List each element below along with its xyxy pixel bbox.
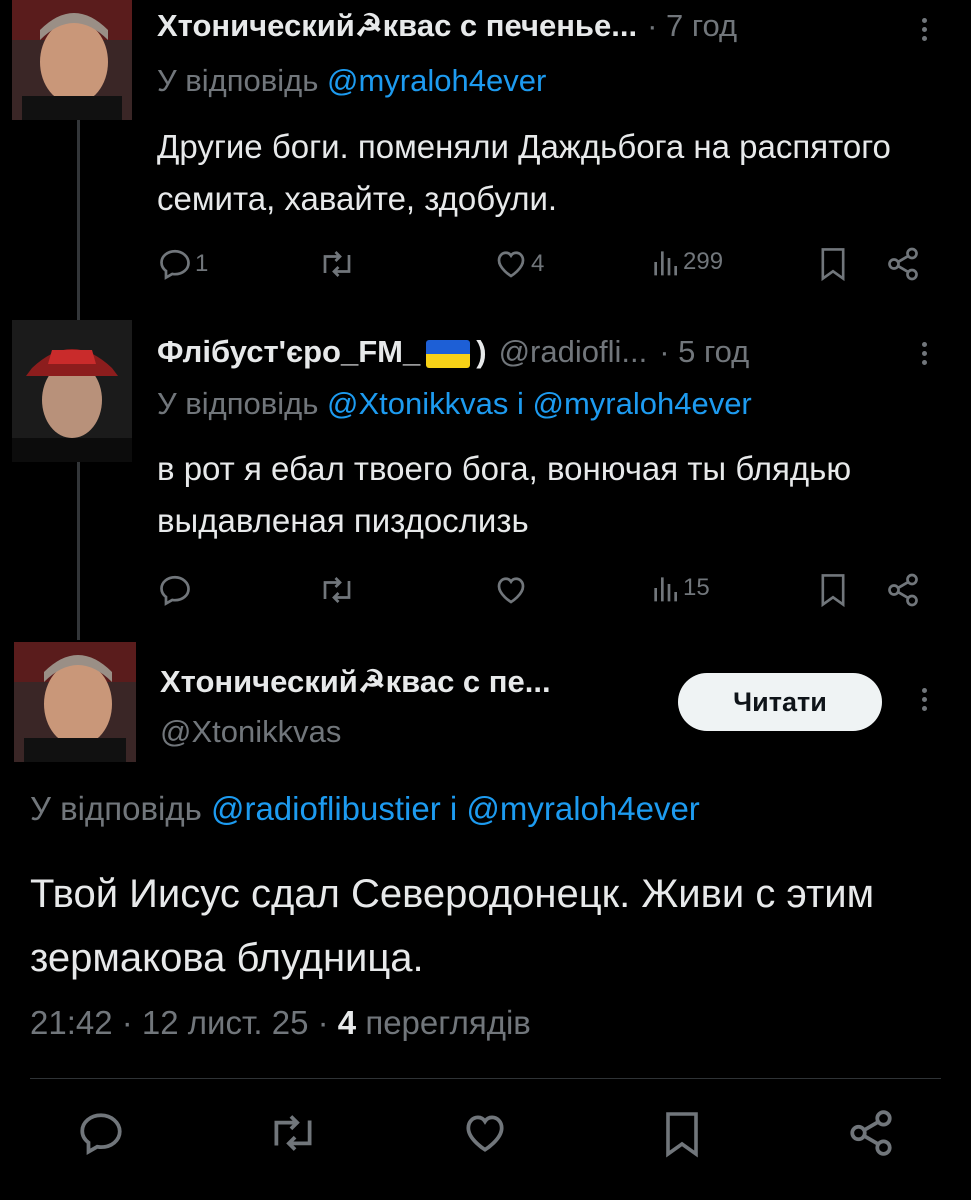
like-count: 4 xyxy=(531,250,545,277)
views-label: переглядів xyxy=(356,1004,531,1041)
timestamp[interactable]: · 7 год xyxy=(647,8,737,44)
bookmark-icon xyxy=(666,1112,698,1158)
like-icon xyxy=(466,1115,504,1152)
more-icon[interactable] xyxy=(922,688,927,711)
bookmark-button[interactable] xyxy=(817,572,849,608)
username[interactable]: @Xtonikkvas xyxy=(160,714,341,750)
author-handle-row: @Xtonikkvas xyxy=(160,714,341,750)
retweet-button[interactable] xyxy=(317,246,357,282)
tweet-text: Твой Иисус сдал Северодонецк. Живи с эти… xyxy=(30,872,875,980)
tweet-meta: 21:42 · 12 лист. 25 · 4 переглядів xyxy=(30,1004,531,1042)
like-icon xyxy=(497,251,525,278)
retweet-icon xyxy=(323,251,351,277)
reply-button[interactable] xyxy=(76,1108,126,1158)
reply-prefix: У відповідь xyxy=(157,63,327,98)
timestamp[interactable]: 21:42 · 12 лист. 25 · xyxy=(30,1004,338,1041)
thread-line xyxy=(77,462,80,640)
reply-prefix: У відповідь xyxy=(30,790,211,827)
reply-icon xyxy=(80,1113,122,1155)
more-icon[interactable] xyxy=(922,18,927,41)
bookmark-icon xyxy=(821,574,845,608)
tweet-action-bar xyxy=(0,1108,971,1164)
display-name[interactable]: Хтонический☭квас с пе... xyxy=(160,664,551,700)
avatar[interactable] xyxy=(12,320,132,462)
reply-icon xyxy=(160,575,190,606)
more-icon[interactable] xyxy=(922,342,927,365)
share-icon xyxy=(888,573,918,607)
share-icon xyxy=(888,247,918,281)
mention-link[interactable]: @radioflibustier і @myraloh4ever xyxy=(211,790,700,827)
views-count: 4 xyxy=(337,1004,357,1041)
tweet-actions: 15 xyxy=(157,572,937,612)
username[interactable]: @radiofli... xyxy=(499,334,648,370)
reply-button[interactable] xyxy=(157,572,193,608)
like-button[interactable] xyxy=(460,1108,510,1158)
retweet-button[interactable] xyxy=(317,572,357,608)
share-icon xyxy=(850,1110,892,1156)
retweet-button[interactable] xyxy=(266,1108,320,1158)
bookmark-button[interactable] xyxy=(660,1108,704,1160)
tweet-header: Флібуст'єро_FM_) @radiofli... · 5 год xyxy=(157,334,749,370)
views-button[interactable]: 299 xyxy=(651,246,723,278)
views-count: 299 xyxy=(683,248,724,275)
display-name[interactable]: Флібуст'єро_FM_) xyxy=(157,334,487,370)
reply-button[interactable]: 1 xyxy=(157,246,208,282)
timestamp[interactable]: · 5 год xyxy=(659,334,749,370)
tweet-header: Хтонический☭квас с печенье... · 7 год xyxy=(157,8,737,44)
display-name[interactable]: Хтонический☭квас с печенье... xyxy=(157,8,637,44)
retweet-icon xyxy=(323,577,351,603)
follow-button[interactable]: Читати xyxy=(678,673,882,731)
reply-prefix: У відповідь xyxy=(157,386,327,421)
avatar[interactable] xyxy=(14,642,136,762)
avatar[interactable] xyxy=(12,0,132,120)
reply-count: 1 xyxy=(195,250,209,277)
tweet-text: в рот я ебал твоего бога, вонючая ты бля… xyxy=(157,450,852,539)
views-icon xyxy=(654,577,677,602)
views-button[interactable]: 15 xyxy=(651,572,710,604)
mention-link[interactable]: @myraloh4ever xyxy=(327,63,546,98)
views-icon xyxy=(654,251,677,276)
display-name-text: Флібуст'єро_FM_ xyxy=(157,334,421,369)
tweet-text: Другие боги. поменяли Даждьбога на распя… xyxy=(157,128,891,217)
share-button[interactable] xyxy=(885,572,921,608)
thread-line xyxy=(77,120,80,320)
display-name-suffix: ) xyxy=(476,334,487,369)
bookmark-icon xyxy=(821,248,845,282)
like-button[interactable]: 4 xyxy=(493,246,544,282)
divider xyxy=(30,1078,941,1079)
like-icon xyxy=(497,577,525,604)
mention-link[interactable]: @Xtonikkvas і @myraloh4ever xyxy=(327,386,752,421)
reply-icon xyxy=(160,249,190,280)
share-button[interactable] xyxy=(846,1108,896,1158)
retweet-icon xyxy=(274,1115,312,1151)
ukraine-flag-icon xyxy=(426,339,471,368)
tweet-actions: 1 4 299 xyxy=(157,246,937,286)
share-button[interactable] xyxy=(885,246,921,282)
reply-context: У відповідь @Xtonikkvas і @myraloh4ever xyxy=(157,386,752,422)
author-name-row: Хтонический☭квас с пе... xyxy=(160,664,551,700)
bookmark-button[interactable] xyxy=(817,246,849,282)
reply-context: У відповідь @radioflibustier і @myraloh4… xyxy=(30,790,700,828)
like-button[interactable] xyxy=(493,572,529,608)
views-count: 15 xyxy=(683,574,710,601)
reply-context: У відповідь @myraloh4ever xyxy=(157,63,546,99)
